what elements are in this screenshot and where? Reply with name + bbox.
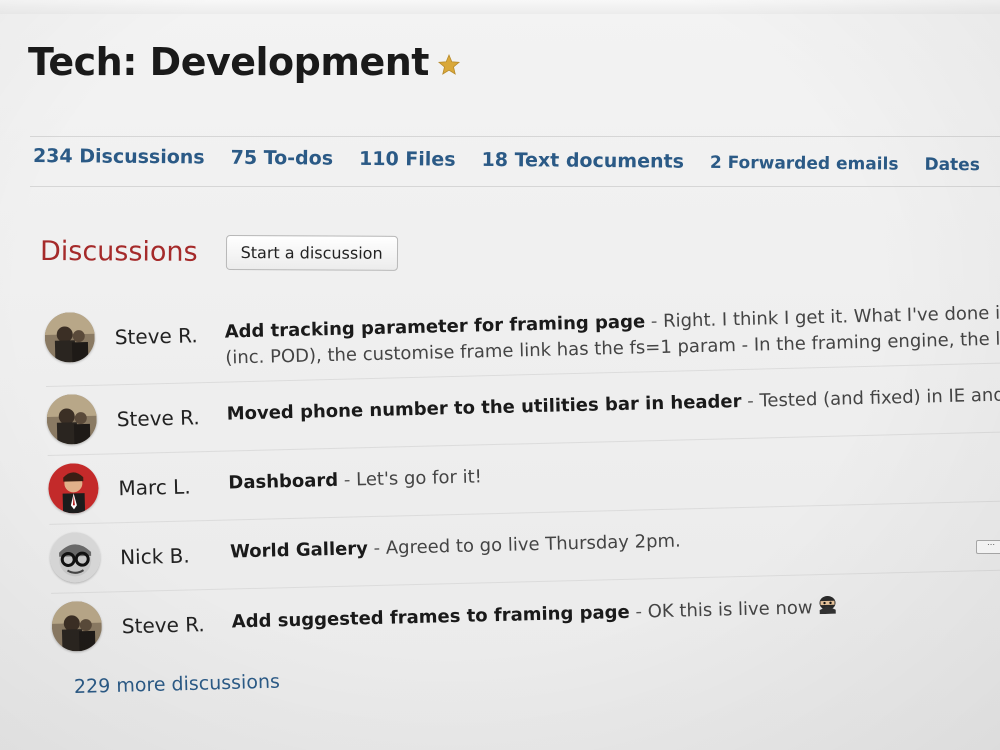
window-top-edge — [0, 0, 1000, 14]
discussion-subject[interactable]: Moved phone number to the utilities bar … — [226, 391, 741, 425]
discussion-author: Marc L. — [118, 474, 191, 501]
project-page: Tech: Development 234 Discussions 75 To-… — [0, 0, 1000, 750]
discussion-author: Steve R. — [116, 405, 200, 432]
discussion-content: World Gallery - Agreed to go live Thursd… — [230, 520, 1000, 566]
discussion-content: Add tracking parameter for framing page … — [224, 300, 1000, 372]
project-header: Tech: Development — [28, 40, 461, 84]
project-tabs: 234 Discussions 75 To-dos 110 Files 18 T… — [33, 145, 1000, 175]
tab-files[interactable]: 110 Files — [359, 148, 456, 171]
separator: - — [741, 390, 760, 412]
divider — [30, 186, 1000, 187]
page-title: Tech: Development — [28, 40, 429, 84]
discussion-excerpt: Let's go for it! — [355, 466, 483, 491]
discussion-content: Dashboard - Let's go for it! — [228, 451, 1000, 497]
tab-forwarded-emails[interactable]: 2 Forwarded emails — [710, 153, 899, 175]
avatar — [46, 393, 98, 445]
discussion-content: Add suggested frames to framing page - O… — [231, 589, 1000, 637]
separator: - — [644, 310, 664, 333]
discussion-subject[interactable]: Add suggested frames to framing page — [232, 602, 630, 633]
discussion-author: Steve R. — [121, 612, 206, 639]
star-icon[interactable] — [437, 53, 461, 77]
separator: - — [367, 537, 387, 560]
discussion-author: Steve R. — [114, 323, 198, 350]
discussion-subject[interactable]: Dashboard — [228, 470, 338, 494]
avatar — [44, 311, 96, 363]
avatar — [47, 462, 100, 514]
avatar — [49, 531, 101, 583]
discussion-excerpt: OK this is live now — [647, 597, 813, 623]
ninja-emoji-icon — [816, 594, 839, 623]
separator: - — [337, 469, 357, 491]
avatar — [51, 600, 103, 652]
discussion-author: Nick B. — [119, 543, 190, 570]
discussion-subject[interactable]: World Gallery — [230, 538, 368, 562]
more-options-button[interactable]: ⋯ — [976, 540, 1000, 554]
discussions-header: Discussions Start a discussion — [40, 234, 398, 271]
tab-todos[interactable]: 75 To-dos — [231, 147, 334, 170]
section-title: Discussions — [39, 236, 198, 268]
tab-text-documents[interactable]: 18 Text documents — [481, 149, 684, 173]
discussion-list: Steve R. Add tracking parameter for fram… — [44, 280, 1000, 662]
separator: - — [629, 601, 648, 623]
divider — [30, 136, 1000, 137]
discussion-content: Moved phone number to the utilities bar … — [226, 382, 1000, 428]
discussion-excerpt: Tested (and fixed) in IE and is now liv — [759, 382, 1000, 412]
tab-discussions[interactable]: 234 Discussions — [33, 145, 205, 168]
start-discussion-button[interactable]: Start a discussion — [225, 234, 398, 271]
discussion-excerpt: Agreed to go live Thursday 2pm. — [385, 530, 682, 559]
tab-dates[interactable]: Dates — [924, 155, 980, 175]
more-discussions-link[interactable]: 229 more discussions — [74, 671, 280, 698]
